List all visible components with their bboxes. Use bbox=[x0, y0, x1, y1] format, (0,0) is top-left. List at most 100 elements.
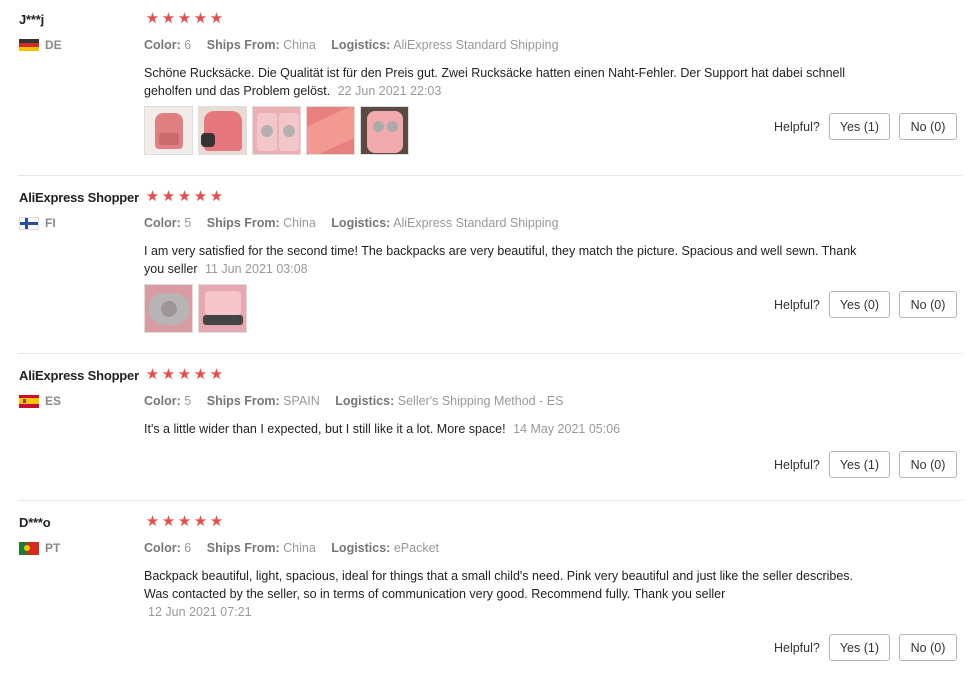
review-meta: Color: 6 Ships From: China Logistics: Al… bbox=[144, 38, 571, 52]
review-photo-thumbnail[interactable] bbox=[252, 106, 301, 155]
color-label: Color: bbox=[144, 216, 181, 230]
country-code: FI bbox=[45, 216, 56, 230]
review-body: Schöne Rucksäcke. Die Qualität ist für d… bbox=[144, 66, 846, 98]
review-meta: Color: 5 Ships From: China Logistics: Al… bbox=[144, 216, 571, 230]
star-icon: ★ bbox=[177, 10, 192, 27]
review-text: Backpack beautiful, light, spacious, ide… bbox=[144, 567, 859, 621]
star-icon: ★ bbox=[145, 188, 160, 205]
star-icon: ★ bbox=[209, 366, 224, 383]
helpful-label: Helpful? bbox=[773, 119, 820, 134]
reviewer-name: D***o bbox=[19, 515, 51, 530]
ships-from-value: China bbox=[283, 38, 316, 52]
reviewer-country: PT bbox=[19, 541, 60, 555]
review-photo-thumbnail[interactable] bbox=[198, 106, 247, 155]
country-code: DE bbox=[45, 38, 62, 52]
star-rating: ★ ★ ★ ★ ★ bbox=[145, 189, 224, 204]
review-divider bbox=[18, 500, 963, 501]
star-icon: ★ bbox=[161, 10, 176, 27]
review-photo-thumbnail[interactable] bbox=[360, 106, 409, 155]
star-icon: ★ bbox=[193, 10, 208, 27]
star-icon: ★ bbox=[145, 10, 160, 27]
review-photos bbox=[144, 106, 409, 155]
reviewer-name: AliExpress Shopper bbox=[19, 190, 139, 205]
logistics-value: Seller's Shipping Method - ES bbox=[397, 394, 564, 408]
review-text: It's a little wider than I expected, but… bbox=[144, 420, 859, 438]
de-flag-icon bbox=[19, 38, 39, 52]
logistics-label: Logistics: bbox=[331, 38, 391, 52]
review-divider bbox=[18, 175, 963, 176]
review-meta: Color: 6 Ships From: China Logistics: eP… bbox=[144, 541, 451, 555]
fi-flag-icon bbox=[19, 216, 39, 230]
star-icon: ★ bbox=[177, 188, 192, 205]
review-date: 14 May 2021 05:06 bbox=[513, 422, 621, 436]
reviewer-name: J***j bbox=[19, 12, 45, 27]
star-icon: ★ bbox=[193, 513, 208, 530]
ships-from-label: Ships From: bbox=[206, 38, 280, 52]
es-flag-icon bbox=[19, 394, 39, 408]
helpful-yes-button[interactable]: Yes (0) bbox=[828, 291, 890, 318]
star-icon: ★ bbox=[145, 513, 160, 530]
logistics-label: Logistics: bbox=[331, 216, 391, 230]
star-icon: ★ bbox=[145, 366, 160, 383]
ships-from-label: Ships From: bbox=[206, 541, 280, 555]
helpful-label: Helpful? bbox=[773, 640, 820, 655]
star-icon: ★ bbox=[209, 188, 224, 205]
reviewer-country: FI bbox=[19, 216, 56, 230]
review-text: I am very satisfied for the second time!… bbox=[144, 242, 859, 278]
star-rating: ★ ★ ★ ★ ★ bbox=[145, 514, 224, 529]
color-label: Color: bbox=[144, 541, 181, 555]
reviewer-country: ES bbox=[19, 394, 61, 408]
review-photo-thumbnail[interactable] bbox=[144, 106, 193, 155]
review-photo-thumbnail[interactable] bbox=[306, 106, 355, 155]
review-meta: Color: 5 Ships From: SPAIN Logistics: Se… bbox=[144, 394, 575, 408]
ships-from-value: China bbox=[283, 216, 316, 230]
helpful-label: Helpful? bbox=[773, 457, 820, 472]
helpful-yes-button[interactable]: Yes (1) bbox=[828, 113, 890, 140]
review-date: 22 Jun 2021 22:03 bbox=[337, 84, 442, 98]
star-icon: ★ bbox=[209, 10, 224, 27]
helpful-vote: Helpful? Yes (0) No (0) bbox=[774, 291, 957, 318]
color-value: 5 bbox=[184, 216, 192, 230]
helpful-vote: Helpful? Yes (1) No (0) bbox=[774, 113, 957, 140]
logistics-value: AliExpress Standard Shipping bbox=[393, 38, 559, 52]
star-icon: ★ bbox=[209, 513, 224, 530]
review-body: It's a little wider than I expected, but… bbox=[144, 422, 506, 436]
star-icon: ★ bbox=[177, 366, 192, 383]
logistics-label: Logistics: bbox=[335, 394, 395, 408]
review-photo-thumbnail[interactable] bbox=[198, 284, 247, 333]
review-divider bbox=[18, 353, 963, 354]
star-icon: ★ bbox=[161, 513, 176, 530]
ships-from-value: SPAIN bbox=[283, 394, 320, 408]
helpful-vote: Helpful? Yes (1) No (0) bbox=[774, 451, 957, 478]
review-date: 12 Jun 2021 07:21 bbox=[148, 605, 252, 619]
reviewer-country: DE bbox=[19, 38, 62, 52]
star-icon: ★ bbox=[161, 188, 176, 205]
helpful-no-button[interactable]: No (0) bbox=[899, 634, 957, 661]
helpful-label: Helpful? bbox=[773, 297, 820, 312]
country-code: ES bbox=[45, 394, 62, 408]
star-icon: ★ bbox=[193, 366, 208, 383]
review-text: Schöne Rucksäcke. Die Qualität ist für d… bbox=[144, 64, 859, 100]
helpful-yes-button[interactable]: Yes (1) bbox=[828, 634, 890, 661]
logistics-value: AliExpress Standard Shipping bbox=[393, 216, 559, 230]
star-icon: ★ bbox=[193, 188, 208, 205]
star-icon: ★ bbox=[161, 366, 176, 383]
color-label: Color: bbox=[144, 394, 181, 408]
logistics-value: ePacket bbox=[393, 541, 439, 555]
star-rating: ★ ★ ★ ★ ★ bbox=[145, 367, 224, 382]
color-value: 5 bbox=[184, 394, 192, 408]
review-date: 11 Jun 2021 03:08 bbox=[204, 262, 308, 276]
review-photos bbox=[144, 284, 247, 333]
logistics-label: Logistics: bbox=[331, 541, 391, 555]
color-value: 6 bbox=[184, 38, 192, 52]
helpful-no-button[interactable]: No (0) bbox=[899, 291, 957, 318]
helpful-yes-button[interactable]: Yes (1) bbox=[828, 451, 890, 478]
review-photo-thumbnail[interactable] bbox=[144, 284, 193, 333]
ships-from-value: China bbox=[283, 541, 316, 555]
ships-from-label: Ships From: bbox=[206, 394, 280, 408]
color-value: 6 bbox=[184, 541, 192, 555]
helpful-no-button[interactable]: No (0) bbox=[899, 451, 957, 478]
star-rating: ★ ★ ★ ★ ★ bbox=[145, 11, 224, 26]
reviewer-name: AliExpress Shopper bbox=[19, 368, 139, 383]
helpful-no-button[interactable]: No (0) bbox=[899, 113, 957, 140]
